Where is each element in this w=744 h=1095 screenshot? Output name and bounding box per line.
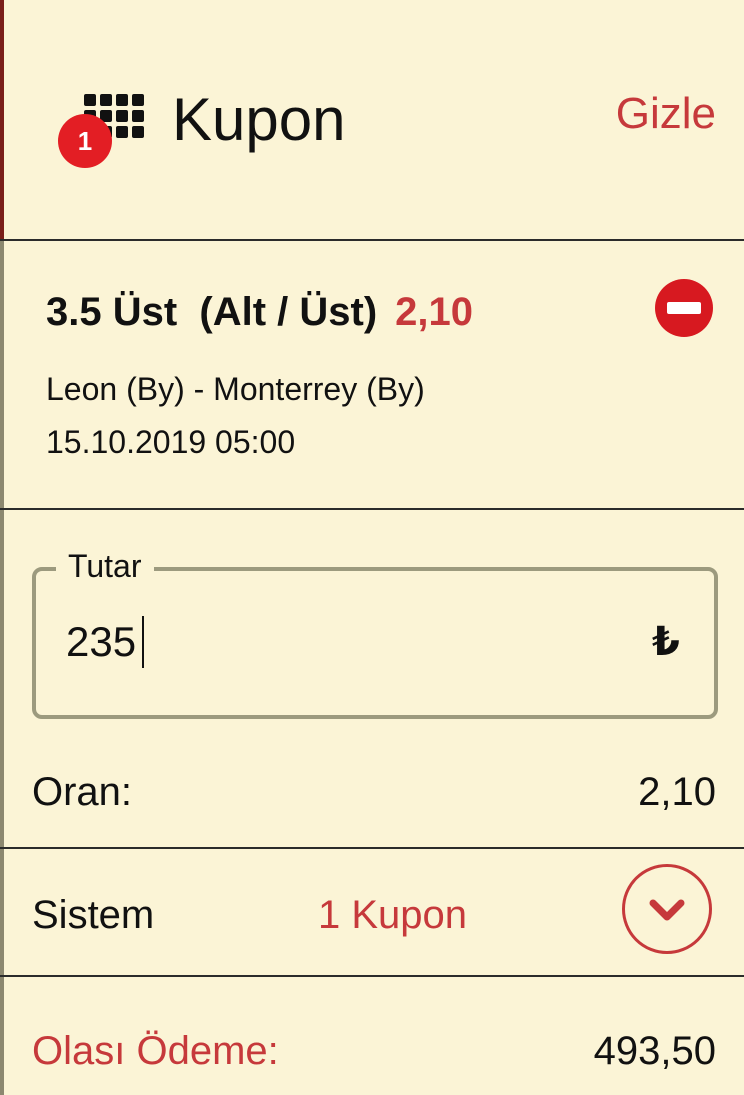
bet-item: 3.5 Üst (Alt / Üst) 2,10 Leon (By) - Mont… bbox=[0, 241, 744, 510]
system-label: Sistem bbox=[32, 893, 155, 937]
bet-selection-line: 3.5 Üst (Alt / Üst) 2,10 bbox=[46, 287, 473, 337]
divider bbox=[0, 847, 744, 849]
system-toggle-button[interactable] bbox=[622, 864, 712, 954]
amount-label: Tutar bbox=[56, 546, 154, 586]
divider bbox=[0, 975, 744, 977]
chevron-down-icon bbox=[649, 899, 685, 921]
amount-input[interactable] bbox=[66, 614, 606, 670]
coupon-count-badge: 1 bbox=[58, 114, 112, 168]
minus-circle-icon[interactable] bbox=[655, 279, 713, 337]
total-odds-value: 2,10 bbox=[638, 770, 716, 814]
bet-match: Leon (By) - Monterrey (By) bbox=[46, 371, 425, 407]
bet-selection: 3.5 Üst (Alt / Üst) bbox=[46, 290, 378, 334]
total-odds-label: Oran: bbox=[32, 770, 133, 814]
coupon-header: 1 Kupon Gizle bbox=[0, 0, 744, 241]
system-coupon-count[interactable]: 1 Kupon bbox=[318, 890, 467, 940]
bet-odds: 2,10 bbox=[395, 290, 474, 334]
text-caret bbox=[142, 616, 144, 668]
page-title: Kupon bbox=[172, 86, 346, 153]
hide-button[interactable]: Gizle bbox=[616, 86, 716, 142]
possible-payout-label: Olası Ödeme: bbox=[32, 1029, 279, 1073]
possible-payout-value: 493,50 bbox=[593, 1029, 716, 1073]
bet-datetime: 15.10.2019 05:00 bbox=[46, 424, 296, 460]
currency-symbol: ₺ bbox=[652, 619, 680, 665]
